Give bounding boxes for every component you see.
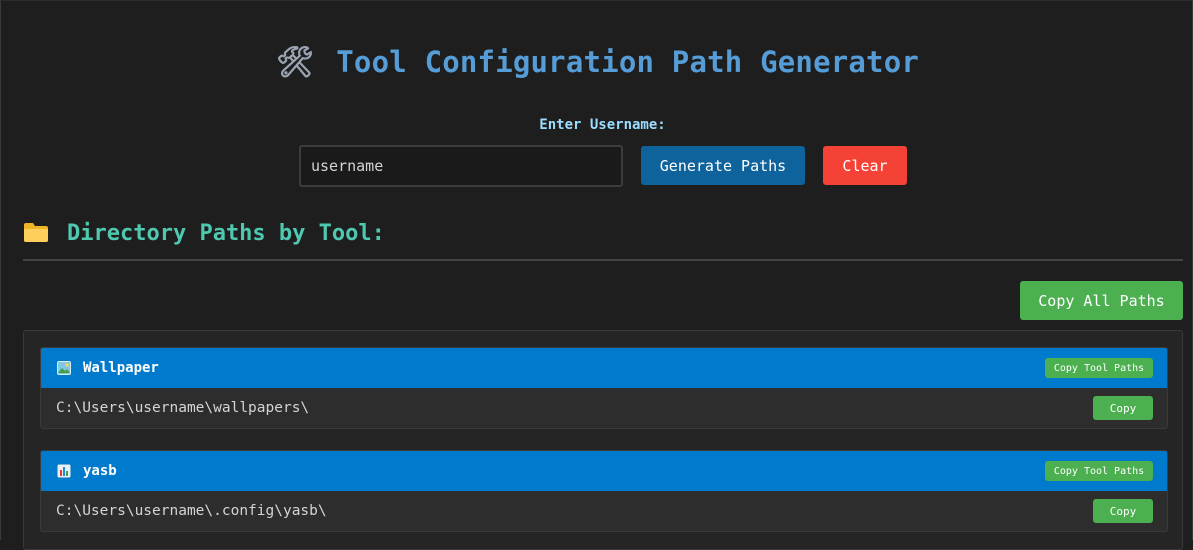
copy-tool-paths-button[interactable]: Copy Tool Paths xyxy=(1045,358,1153,378)
path-row: C:\Users\username\.config\yasb\ Copy xyxy=(41,491,1167,531)
tool-card-header: Wallpaper Copy Tool Paths xyxy=(41,348,1167,388)
path-text: C:\Users\username\.config\yasb\ xyxy=(56,503,327,519)
clear-button[interactable]: Clear xyxy=(823,146,907,185)
copy-all-paths-button[interactable]: Copy All Paths xyxy=(1020,281,1183,320)
path-text: C:\Users\username\wallpapers\ xyxy=(56,400,310,416)
bar-chart-icon xyxy=(57,464,71,478)
tool-card-wallpaper: Wallpaper Copy Tool Paths C:\Users\usern… xyxy=(40,347,1168,429)
path-row: C:\Users\username\wallpapers\ Copy xyxy=(41,388,1167,428)
tool-name: yasb xyxy=(83,463,117,479)
copy-path-button[interactable]: Copy xyxy=(1093,396,1153,420)
section-divider xyxy=(23,259,1183,261)
copy-tool-paths-button[interactable]: Copy Tool Paths xyxy=(1045,461,1153,481)
tool-list-panel: Wallpaper Copy Tool Paths C:\Users\usern… xyxy=(23,330,1183,550)
tool-card-header: yasb Copy Tool Paths xyxy=(41,451,1167,491)
username-label: Enter Username: xyxy=(539,117,666,133)
page-title-text: Tool Configuration Path Generator xyxy=(336,45,920,79)
section-title-text: Directory Paths by Tool: xyxy=(67,221,385,246)
copy-path-button[interactable]: Copy xyxy=(1093,499,1153,523)
hammer-wrench-icon: 🛠 xyxy=(275,45,315,80)
app-window: 🛠 Tool Configuration Path Generator Enter… xyxy=(0,0,1193,550)
folder-icon xyxy=(24,223,48,242)
section-heading: Directory Paths by Tool: xyxy=(23,221,385,246)
generate-paths-button[interactable]: Generate Paths xyxy=(641,146,805,185)
page-title: 🛠 Tool Configuration Path Generator xyxy=(1,45,1193,80)
tool-card-yasb: yasb Copy Tool Paths C:\Users\username\.… xyxy=(40,450,1168,532)
username-input[interactable] xyxy=(299,145,623,187)
tool-name: Wallpaper xyxy=(83,360,159,376)
picture-icon xyxy=(57,361,71,375)
